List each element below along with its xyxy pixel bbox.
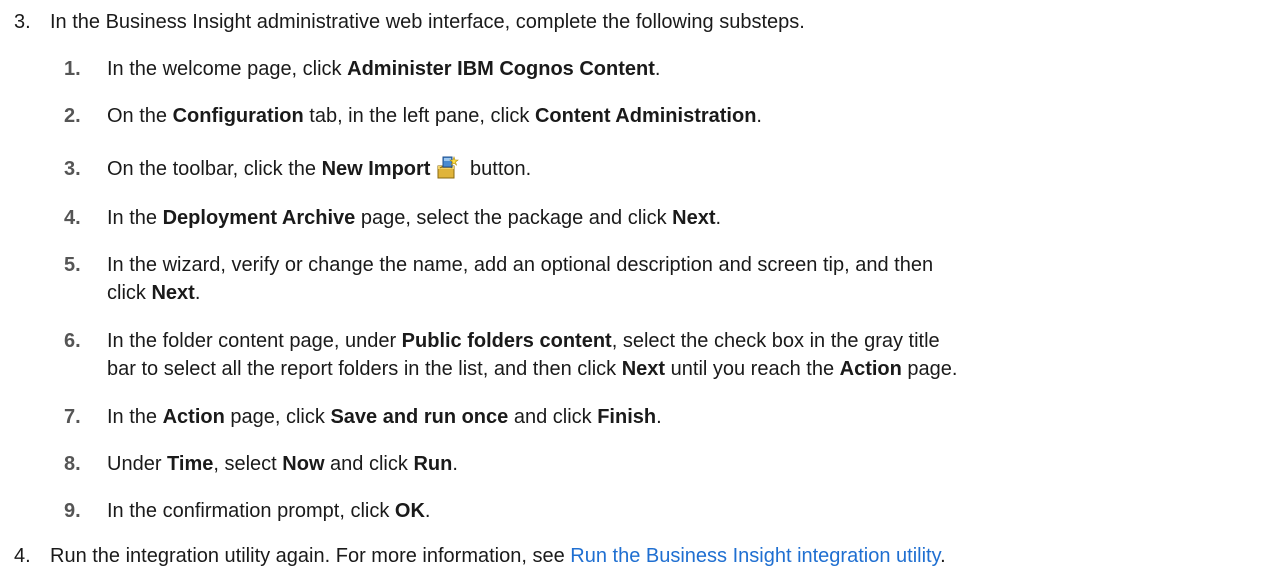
step-number: 3. [14, 11, 31, 33]
substep-text: Under Time, select Now and click Run. [107, 453, 458, 475]
substep-number: 8. [64, 453, 81, 475]
substep-number: 9. [64, 500, 81, 522]
substep-number: 3. [64, 158, 81, 180]
new-import-icon [434, 155, 460, 181]
substep-number: 2. [64, 105, 81, 127]
substep-text: In the folder content page, under Public… [107, 330, 958, 380]
step-number: 4. [14, 545, 31, 567]
substep-number: 5. [64, 254, 81, 276]
substep-text: In the confirmation prompt, click OK. [107, 500, 431, 522]
substep-text: On the toolbar, click the New Import but… [107, 155, 1245, 183]
substep-number: 6. [64, 330, 81, 352]
step-text: Run the integration utility again. For m… [50, 545, 946, 567]
integration-utility-link[interactable]: Run the Business Insight integration uti… [570, 545, 940, 567]
substep-text: In the Deployment Archive page, select t… [107, 207, 722, 229]
substep-number: 7. [64, 406, 81, 428]
substep-text: On the Configuration tab, in the left pa… [107, 105, 762, 127]
step-text: In the Business Insight administrative w… [50, 11, 805, 33]
substep-text: In the welcome page, click Administer IB… [107, 58, 661, 80]
substep-text: In the Action page, click Save and run o… [107, 406, 662, 428]
substep-text: In the wizard, verify or change the name… [107, 254, 934, 304]
substep-number: 1. [64, 58, 81, 80]
substep-number: 4. [64, 207, 81, 229]
